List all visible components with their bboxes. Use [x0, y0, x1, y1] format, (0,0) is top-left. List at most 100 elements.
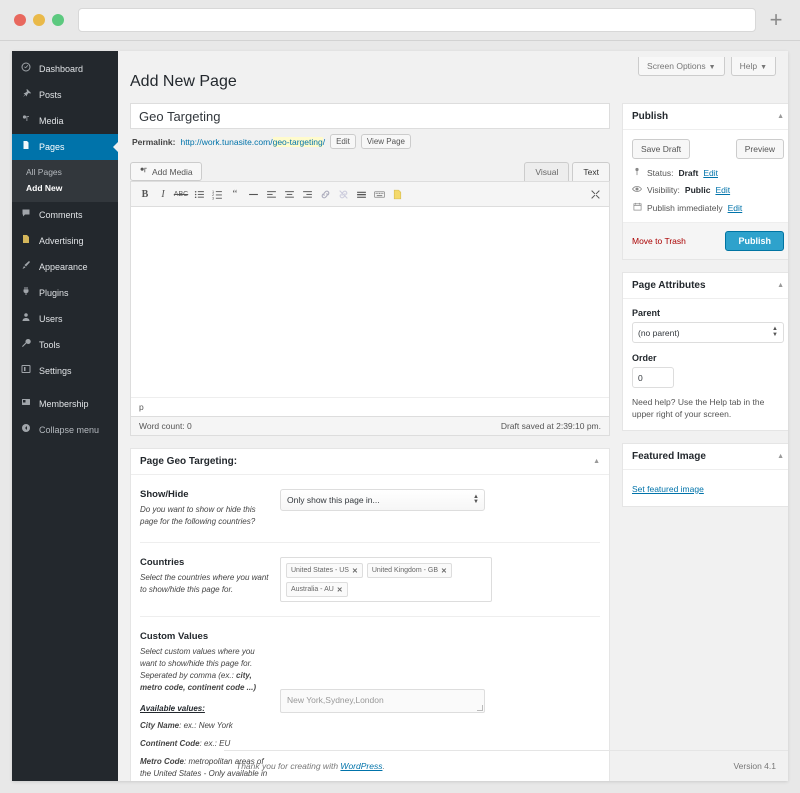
permalink-trailing: /: [322, 136, 326, 147]
link-icon[interactable]: [317, 186, 333, 202]
publish-button[interactable]: Publish: [725, 231, 784, 251]
status-label: Status:: [647, 167, 674, 178]
save-draft-button[interactable]: Save Draft: [632, 139, 691, 159]
resize-handle[interactable]: [477, 705, 483, 711]
custom-values-textarea[interactable]: New York,Sydney,London: [280, 689, 485, 713]
remove-tag-icon[interactable]: ✕: [352, 567, 358, 575]
screen-options-button[interactable]: Screen Options ▼: [638, 57, 725, 76]
sidebar-subitem-add-new[interactable]: Add New: [12, 180, 118, 196]
move-to-trash-link[interactable]: Move to Trash: [632, 236, 686, 246]
chevron-up-icon[interactable]: ▲: [777, 113, 784, 120]
sidebar-item-label: Pages: [39, 141, 65, 152]
tab-text[interactable]: Text: [572, 162, 610, 181]
maximize-window-button[interactable]: [52, 14, 64, 26]
editor-path-indicator: p: [131, 397, 609, 416]
new-tab-button[interactable]: +: [756, 9, 786, 31]
horizontal-rule-icon[interactable]: [245, 186, 261, 202]
edit-visibility-link[interactable]: Edit: [715, 185, 730, 195]
permalink-slug: geo-targeting: [272, 136, 323, 147]
footer-thanks-prefix: Thank you for creating with: [236, 761, 341, 771]
country-tag[interactable]: United States - US ✕: [286, 563, 363, 578]
post-title-input[interactable]: [130, 103, 610, 129]
editor-content-area[interactable]: [131, 207, 609, 397]
url-input[interactable]: [78, 8, 756, 32]
sidebar-item-settings[interactable]: Settings: [12, 358, 118, 384]
parent-select[interactable]: (no parent) ▲ ▼: [632, 322, 784, 343]
set-featured-image-link[interactable]: Set featured image: [632, 484, 704, 494]
strikethrough-icon[interactable]: ABC: [173, 186, 189, 202]
page-attributes-body: Parent (no parent) ▲ ▼ Order 0 Need help?…: [623, 299, 788, 430]
media-icon: [20, 114, 32, 128]
editor-wrap: Add Media Visual Text B I ABC 1 2 3 “ p …: [130, 157, 610, 436]
page-attributes-header[interactable]: Page Attributes ▲: [623, 273, 788, 299]
align-center-icon[interactable]: [281, 186, 297, 202]
sidebar-item-dashboard[interactable]: Dashboard: [12, 56, 118, 82]
plug-icon: [20, 286, 32, 300]
preview-button[interactable]: Preview: [735, 139, 784, 159]
wordpress-link[interactable]: WordPress: [340, 761, 382, 771]
sidebar-item-media[interactable]: Media: [12, 108, 118, 134]
sidebar-item-membership[interactable]: Membership: [12, 391, 118, 417]
remove-tag-icon[interactable]: ✕: [441, 567, 447, 575]
sidebar-subitem-all-pages[interactable]: All Pages: [12, 164, 118, 180]
collapse-menu-button[interactable]: Collapse menu: [12, 417, 118, 443]
remove-tag-icon[interactable]: ✕: [337, 586, 343, 594]
sidebar-item-comments[interactable]: Comments: [12, 202, 118, 228]
showhide-selected-value: Only show this page in...: [287, 495, 380, 505]
edit-schedule-link[interactable]: Edit: [728, 203, 743, 213]
footer-thanks: Thank you for creating with WordPress.: [236, 761, 385, 771]
bulleted-list-icon[interactable]: [191, 186, 207, 202]
insert-more-icon[interactable]: [353, 186, 369, 202]
help-button[interactable]: Help ▼: [730, 57, 776, 76]
tab-visual[interactable]: Visual: [524, 162, 570, 181]
close-window-button[interactable]: [14, 14, 26, 26]
blockquote-icon[interactable]: “: [227, 186, 243, 202]
chevron-up-icon[interactable]: ▲: [593, 458, 600, 465]
order-label: Order: [632, 353, 657, 363]
distraction-free-icon[interactable]: [389, 186, 405, 202]
featured-image-metabox: Featured Image ▲ Set featured image: [622, 442, 788, 507]
featured-image-header[interactable]: Featured Image ▲: [623, 444, 788, 470]
country-tag[interactable]: Australia - AU ✕: [286, 582, 348, 597]
order-input[interactable]: 0: [632, 367, 674, 388]
sidebar-item-posts[interactable]: Posts: [12, 82, 118, 108]
sidebar-item-label: Users: [39, 313, 63, 324]
bold-icon[interactable]: B: [137, 186, 153, 202]
countries-tag-input[interactable]: United States - US ✕ United Kingdom - GB…: [280, 557, 492, 602]
fullscreen-icon[interactable]: [587, 186, 603, 202]
publish-footer: Move to Trash Publish: [623, 222, 788, 259]
numbered-list-icon[interactable]: 123: [209, 186, 225, 202]
view-page-button[interactable]: View Page: [360, 134, 411, 149]
sidebar-item-tools[interactable]: Tools: [12, 332, 118, 358]
edit-status-link[interactable]: Edit: [703, 168, 718, 178]
available-value-detail: : ex.: New York: [179, 721, 233, 730]
add-media-button[interactable]: Add Media: [130, 162, 202, 181]
sidebar-item-label: Posts: [39, 89, 62, 100]
sidebar-item-advertising[interactable]: Advertising: [12, 228, 118, 254]
featured-image-title: Featured Image: [632, 450, 706, 462]
keyboard-shortcuts-icon[interactable]: [371, 186, 387, 202]
sidebar-item-users[interactable]: Users: [12, 306, 118, 332]
align-left-icon[interactable]: [263, 186, 279, 202]
align-right-icon[interactable]: [299, 186, 315, 202]
sidebar-item-pages[interactable]: Pages: [12, 134, 118, 160]
unlink-icon[interactable]: [335, 186, 351, 202]
sidebar-item-appearance[interactable]: Appearance: [12, 254, 118, 280]
showhide-select[interactable]: Only show this page in... ▲ ▼: [280, 489, 485, 511]
chevron-up-icon[interactable]: ▲: [777, 282, 784, 289]
edit-permalink-button[interactable]: Edit: [330, 134, 356, 149]
sidebar-item-plugins[interactable]: Plugins: [12, 280, 118, 306]
minimize-window-button[interactable]: [33, 14, 45, 26]
pin-status-icon: [632, 167, 642, 178]
permalink-url[interactable]: http://work.tunasite.com/geo-targeting/: [180, 136, 326, 147]
add-media-icon: [139, 166, 148, 177]
pages-icon: [20, 140, 32, 154]
italic-icon[interactable]: I: [155, 186, 171, 202]
page-icon: [20, 234, 32, 248]
geo-targeting-header[interactable]: Page Geo Targeting: ▲: [131, 449, 609, 475]
sidebar-item-label: Dashboard: [39, 63, 84, 74]
publish-header[interactable]: Publish ▲: [623, 104, 788, 130]
chevron-up-icon[interactable]: ▲: [777, 453, 784, 460]
country-tag[interactable]: United Kingdom - GB ✕: [366, 563, 452, 578]
visibility-value: Public: [684, 185, 711, 195]
